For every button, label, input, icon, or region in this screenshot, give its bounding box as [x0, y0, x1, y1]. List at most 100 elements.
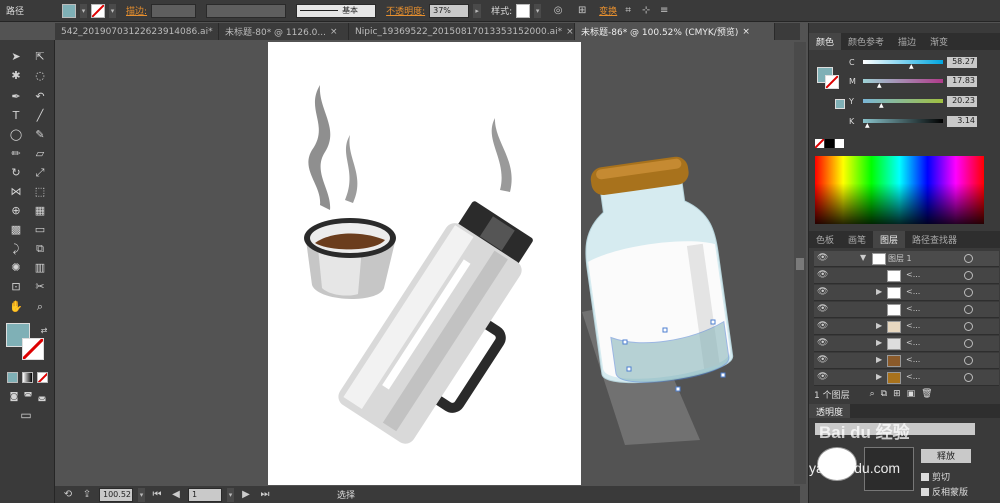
sublayer-row[interactable]: 👁 ▶ <...: [814, 319, 999, 335]
chevron-right-icon[interactable]: ▶: [876, 355, 882, 364]
swap-icon[interactable]: ⇄: [34, 322, 54, 339]
free-transform-icon[interactable]: ⬚: [30, 183, 50, 200]
tab-stroke[interactable]: 描边: [891, 33, 923, 50]
artboard-icon[interactable]: ⊡: [6, 278, 26, 295]
new-sublayer-icon[interactable]: ⊞: [893, 389, 901, 399]
invert-mask-checkbox[interactable]: 反相蒙版: [921, 485, 968, 498]
tab-gradient[interactable]: 渐变: [923, 33, 955, 50]
zoom-tool-icon[interactable]: ⌕: [30, 298, 50, 315]
chevron-down-icon[interactable]: ▼: [860, 253, 866, 262]
none-mode-button[interactable]: [37, 372, 48, 383]
chevron-right-icon[interactable]: ▶: [876, 338, 882, 347]
shape-builder-icon[interactable]: ⊕: [6, 202, 26, 219]
direct-selection-icon[interactable]: ⇱: [30, 48, 50, 65]
align-icon[interactable]: ⊞: [575, 4, 589, 18]
sublayer-row[interactable]: 👁 ▶ <...: [814, 353, 999, 369]
graphic-style-swatch[interactable]: [516, 3, 531, 18]
magenta-slider[interactable]: M ▲ 17.83: [849, 75, 999, 89]
brush-style-field[interactable]: 基本: [296, 3, 377, 18]
tab-swatches[interactable]: 色板: [809, 231, 841, 248]
stroke-swatch[interactable]: [91, 3, 106, 18]
chevron-down-icon[interactable]: ▾: [109, 3, 117, 18]
pen-tool-icon[interactable]: ✒: [6, 88, 26, 105]
rotate-icon[interactable]: ↻: [6, 164, 26, 181]
tab-doc-2[interactable]: 未标题-80* @ 1126.0... ×: [219, 23, 349, 40]
variable-width-field[interactable]: [206, 3, 287, 18]
line-tool-icon[interactable]: ╱: [30, 107, 50, 124]
color-mode-button[interactable]: [7, 372, 18, 383]
tab-color-guide[interactable]: 颜色参考: [841, 33, 891, 50]
mesh-icon[interactable]: ▩: [6, 221, 26, 238]
locate-icon[interactable]: ⌕: [870, 389, 875, 399]
next-page-icon[interactable]: ▶: [239, 488, 253, 502]
gradient-icon[interactable]: ▭: [30, 221, 50, 238]
chevron-right-icon[interactable]: ▶: [876, 321, 882, 330]
white-swatch[interactable]: [835, 139, 844, 148]
width-tool-icon[interactable]: ⋈: [6, 183, 26, 200]
yellow-value[interactable]: 20.23: [947, 95, 977, 107]
magic-wand-icon[interactable]: ✱: [6, 67, 26, 84]
release-button[interactable]: 释放: [921, 449, 971, 463]
rotate-view-icon[interactable]: ⟲: [61, 488, 75, 502]
pencil-icon[interactable]: ✏: [6, 145, 26, 162]
yellow-slider[interactable]: Y ▲ 20.23: [849, 95, 999, 109]
sublayer-row[interactable]: 👁 ▶ <...: [814, 336, 999, 352]
sublayer-row[interactable]: 👁 ▶ <...: [814, 370, 999, 386]
zoom-field[interactable]: 100.52: [99, 487, 133, 502]
arrange-icon[interactable]: ⊹: [639, 4, 653, 18]
close-icon[interactable]: ×: [566, 27, 574, 37]
chevron-down-icon[interactable]: ▾: [80, 3, 88, 18]
transform-icon[interactable]: ⌗: [621, 4, 635, 18]
transform-label[interactable]: 变换: [599, 4, 617, 17]
clip-icon[interactable]: ⧉: [881, 389, 887, 399]
tab-layers[interactable]: 图层: [873, 231, 906, 248]
target-icon[interactable]: [964, 271, 973, 280]
cyan-value[interactable]: 58.27: [947, 56, 977, 68]
graph-tool-icon[interactable]: ▥: [30, 259, 50, 276]
panel-stroke-swatch[interactable]: [825, 75, 839, 89]
tab-doc-3[interactable]: Nipic_19369522_20150817013353152000.ai* ×: [349, 23, 575, 40]
vertical-scrollbar[interactable]: [794, 42, 806, 484]
chevron-down-icon[interactable]: ▾: [138, 487, 145, 502]
last-page-icon[interactable]: ⏭: [258, 488, 272, 502]
chevron-right-icon[interactable]: ▶: [876, 287, 882, 296]
eye-icon[interactable]: 👁: [817, 338, 831, 350]
chevron-right-icon[interactable]: ▸: [473, 3, 482, 18]
hand-tool-icon[interactable]: ✋: [6, 298, 26, 315]
target-icon[interactable]: [964, 356, 973, 365]
ellipse-tool-icon[interactable]: ◯: [6, 126, 26, 143]
stroke-weight-field[interactable]: [151, 3, 197, 18]
magenta-value[interactable]: 17.83: [947, 75, 977, 87]
gradient-mode-button[interactable]: [22, 372, 33, 383]
lasso-icon[interactable]: ◌: [30, 67, 50, 84]
eye-icon[interactable]: 👁: [817, 287, 831, 299]
scale-icon[interactable]: ⤢: [30, 164, 50, 181]
eyedropper-icon[interactable]: ⤸: [6, 240, 26, 257]
perspective-icon[interactable]: ▦: [30, 202, 50, 219]
recolor-icon[interactable]: ◎: [551, 4, 565, 18]
target-icon[interactable]: [964, 322, 973, 331]
sublayer-row[interactable]: 👁 <...: [814, 302, 999, 318]
paintbrush-icon[interactable]: ✎: [30, 126, 50, 143]
eye-icon[interactable]: 👁: [817, 304, 831, 316]
eye-icon[interactable]: 👁: [817, 372, 831, 384]
sublayer-row[interactable]: 👁 <...: [814, 268, 999, 284]
sublayer-row[interactable]: 👁 ▶ <...: [814, 285, 999, 301]
screen-mode-icon[interactable]: ▭: [16, 406, 36, 423]
chevron-right-icon[interactable]: ▶: [876, 372, 882, 381]
opacity-label[interactable]: 不透明度:: [386, 4, 425, 17]
delete-icon[interactable]: 🗑: [921, 389, 932, 399]
stroke-color-box[interactable]: [22, 338, 44, 360]
target-icon[interactable]: [964, 288, 973, 297]
prev-page-icon[interactable]: ◀: [169, 488, 183, 502]
page-field[interactable]: 1: [188, 487, 222, 502]
out-of-gamut-swatch[interactable]: [835, 99, 845, 109]
none-swatch[interactable]: [815, 139, 824, 148]
target-icon[interactable]: [964, 305, 973, 314]
black-slider[interactable]: K ▲ 3.14: [849, 115, 999, 129]
tab-doc-1[interactable]: 542_20190703122623914086.ai*×: [55, 23, 219, 40]
close-icon[interactable]: ×: [742, 27, 750, 37]
target-icon[interactable]: [964, 254, 973, 263]
target-icon[interactable]: [964, 373, 973, 382]
black-value[interactable]: 3.14: [947, 115, 977, 127]
